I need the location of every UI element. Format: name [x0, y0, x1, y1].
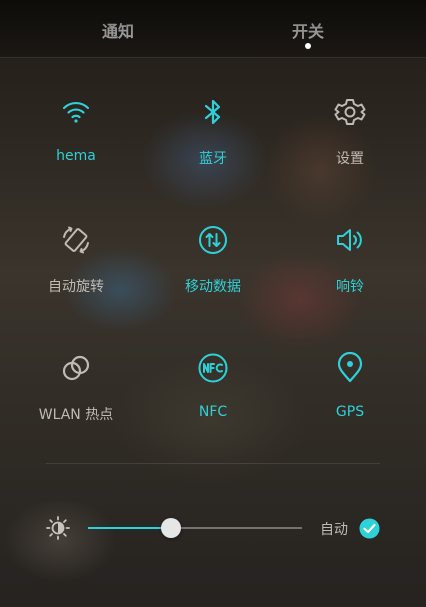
gear-icon: [334, 96, 366, 128]
toggle-label: GPS: [335, 404, 365, 420]
nfc-icon: [197, 352, 229, 384]
tab-bar: [0, 0, 426, 58]
toggle-label: NFC: [198, 404, 228, 420]
toggle-label: 自动旋转: [48, 279, 104, 295]
toggle-label: 移动数据: [185, 279, 241, 295]
hotspot-icon: [60, 352, 92, 384]
toggle-nfc[interactable]: NFC: [153, 352, 273, 452]
brightness-divider: [46, 463, 380, 464]
toggle-bluetooth[interactable]: 蓝牙: [153, 96, 273, 196]
header-divider: [0, 57, 426, 58]
location-pin-icon: [334, 352, 366, 384]
toggle-ring[interactable]: 响铃: [290, 224, 410, 324]
toggle-settings[interactable]: 设置: [290, 96, 410, 196]
toggle-label: 响铃: [336, 279, 364, 295]
toggle-auto-rotate[interactable]: 自动旋转: [16, 224, 136, 324]
auto-brightness-label: 自动: [320, 522, 348, 538]
active-tab-indicator: [305, 43, 311, 49]
speaker-icon: [334, 224, 366, 256]
slider-thumb[interactable]: [161, 518, 182, 538]
toggle-wifi[interactable]: hema: [16, 96, 136, 196]
toggle-label: 蓝牙: [199, 151, 227, 167]
slider-fill: [88, 527, 172, 529]
wifi-icon: [60, 96, 92, 128]
toggle-label: hema: [56, 148, 96, 164]
toggle-label: 设置: [336, 151, 364, 167]
toggle-label: WLAN 热点: [38, 407, 114, 423]
bluetooth-icon: [197, 96, 229, 128]
toggle-mobile-data[interactable]: 移动数据: [153, 224, 273, 324]
mobile-data-icon: [197, 224, 229, 256]
toggle-wlan-hotspot[interactable]: WLAN 热点: [16, 352, 136, 452]
auto-brightness-checkbox[interactable]: [359, 518, 380, 539]
auto-rotate-icon: [60, 224, 92, 256]
toggle-gps[interactable]: GPS: [290, 352, 410, 452]
brightness-slider[interactable]: [88, 515, 302, 541]
brightness-icon: [45, 515, 71, 541]
